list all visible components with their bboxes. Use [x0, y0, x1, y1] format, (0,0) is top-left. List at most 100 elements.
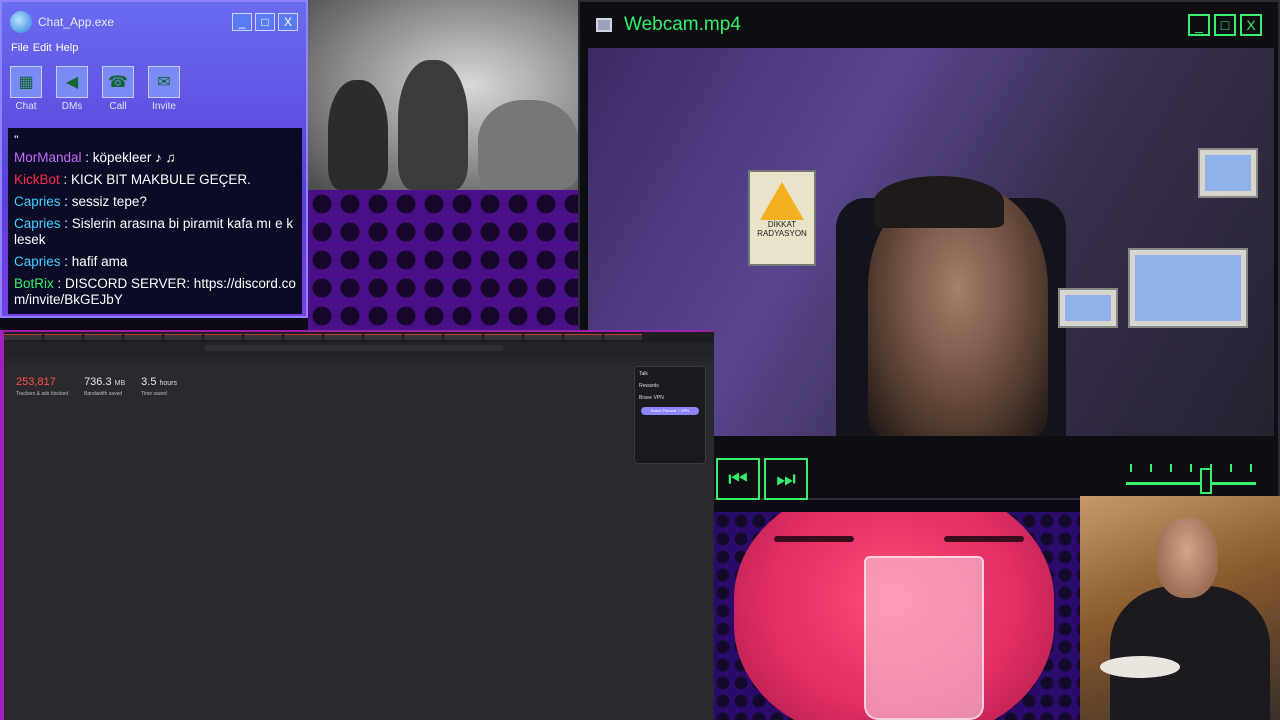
poster-line-1: DİKKAT [767, 220, 797, 229]
browser-tab[interactable] [284, 334, 322, 340]
tool-invite[interactable]: ✉ Invite [146, 66, 182, 114]
browser-tab[interactable] [364, 334, 402, 340]
call-icon: ☎ [102, 66, 134, 98]
browser-window: 253,817 Trackers & ads blocked 736.3 MB … [0, 330, 714, 720]
invite-icon: ✉ [148, 66, 180, 98]
browser-tab[interactable] [404, 334, 442, 340]
eating-man-photo [1080, 496, 1280, 720]
browser-tab[interactable] [124, 334, 162, 340]
new-tab-stats: 253,817 Trackers & ads blocked 736.3 MB … [16, 376, 177, 397]
tab-strip [0, 332, 714, 342]
stat-label: Bandwidth saved [84, 391, 123, 397]
stat-label: Time saved [141, 391, 167, 397]
tool-call-label: Call [109, 101, 127, 112]
retro-tv [1198, 148, 1258, 198]
chat-icon: ▦ [10, 66, 42, 98]
volume-slider[interactable] [1126, 460, 1256, 496]
stream-layout: Chat_App.exe _ □ X File Edit Help ▦ Chat… [0, 0, 1280, 720]
chat-text: KICK BIT MAKBULE GEÇER. [71, 172, 251, 187]
chat-toolbar: ▦ Chat ◀ DMs ☎ Call ✉ Invite [2, 60, 306, 120]
tool-call[interactable]: ☎ Call [100, 66, 136, 114]
retro-tv [1128, 248, 1248, 328]
next-icon: ⏭ [776, 466, 796, 491]
browser-tab[interactable] [444, 334, 482, 340]
webcam-minimize-button[interactable]: _ [1188, 14, 1210, 36]
photo-head [1156, 518, 1218, 598]
talk-row[interactable]: Talk [639, 371, 701, 377]
chat-log[interactable]: '' MorMandal : köpekleer ♪ ♫ KickBot : K… [8, 128, 302, 314]
chat-app-icon [10, 11, 32, 33]
browser-tab[interactable] [604, 334, 642, 340]
chat-username: Capries [14, 194, 61, 209]
minimize-button[interactable]: _ [232, 13, 252, 31]
chat-text: hafif ama [71, 254, 128, 269]
maximize-button[interactable]: □ [255, 13, 275, 31]
chat-username: BotRix [14, 276, 54, 291]
tool-chat-label: Chat [15, 101, 37, 112]
url-input[interactable] [204, 345, 504, 351]
photo-plate [1100, 656, 1180, 678]
chat-message: Capries : sessiz tepe? [14, 194, 147, 209]
chat-menubar: File Edit Help [2, 42, 306, 60]
volume-knob[interactable] [1200, 468, 1212, 494]
browser-tab[interactable] [524, 334, 562, 340]
browser-tab[interactable] [4, 334, 42, 340]
chat-message: KickBot : KICK BIT MAKBULE GEÇER. [14, 172, 251, 187]
chat-message: BotRix : DISCORD SERVER: https://discord… [14, 276, 296, 307]
rewards-row[interactable]: Rewards [639, 383, 701, 389]
browser-tab[interactable] [164, 334, 202, 340]
close-button[interactable]: X [278, 13, 298, 31]
volume-tick [1190, 464, 1192, 472]
tool-dms-label: DMs [61, 101, 83, 112]
previous-icon: ⏮ [728, 466, 748, 491]
chat-quote-mark: '' [14, 133, 19, 147]
chat-text: köpekleer ♪ ♫ [92, 150, 176, 165]
chat-message: Capries : hafif ama [14, 254, 128, 269]
chat-username: KickBot [14, 172, 60, 187]
next-button[interactable]: ⏭ [764, 458, 808, 500]
purple-pattern-decoration [308, 190, 578, 330]
black-white-photo [308, 0, 578, 190]
browser-tab[interactable] [204, 334, 242, 340]
stat-value: 3.5 hours [141, 376, 177, 388]
stat-unit: MB [114, 380, 126, 387]
chat-titlebar[interactable]: Chat_App.exe _ □ X [2, 2, 306, 42]
previous-button[interactable]: ⏮ [716, 458, 760, 500]
browser-tab[interactable] [84, 334, 122, 340]
webcam-close-button[interactable]: X [1240, 14, 1262, 36]
webcam-titlebar[interactable]: Webcam.mp4 _ □ X [580, 2, 1278, 48]
photo-figure [328, 80, 388, 190]
chat-window-title: Chat_App.exe [38, 15, 115, 29]
stat-bandwidth: 736.3 MB Bandwidth saved [84, 376, 125, 397]
tool-chat[interactable]: ▦ Chat [8, 66, 44, 114]
browser-tab[interactable] [484, 334, 522, 340]
chat-window: Chat_App.exe _ □ X File Edit Help ▦ Chat… [0, 0, 308, 318]
streamer-cap [874, 176, 1004, 228]
chat-username: Capries [14, 254, 61, 269]
tool-dms[interactable]: ◀ DMs [54, 66, 90, 114]
radiation-icon [760, 182, 804, 220]
webcam-window-title: Webcam.mp4 [624, 14, 741, 35]
stat-number: 736.3 [84, 376, 112, 388]
vpn-cta-button[interactable]: Brave Firewall + VPN [641, 407, 699, 415]
browser-tab[interactable] [324, 334, 362, 340]
photo-crowd [478, 100, 578, 190]
rewards-panel: Talk Rewards Brave VPN Brave Firewall + … [634, 366, 706, 464]
browser-tab[interactable] [564, 334, 602, 340]
stat-label: Trackers & ads blocked [16, 391, 69, 397]
photo-figure [398, 60, 468, 190]
menu-help[interactable]: Help [56, 42, 79, 60]
photo-eyebrow [944, 536, 1024, 542]
menu-edit[interactable]: Edit [33, 42, 52, 60]
monitor-icon [596, 18, 612, 32]
webcam-maximize-button[interactable]: □ [1214, 14, 1236, 36]
retro-tv [1058, 288, 1118, 328]
browser-tab[interactable] [44, 334, 82, 340]
menu-file[interactable]: File [11, 42, 29, 60]
browser-tab[interactable] [244, 334, 282, 340]
vpn-row[interactable]: Brave VPN [639, 395, 701, 401]
stat-number: 3.5 [141, 376, 157, 388]
volume-tick [1170, 464, 1172, 472]
radiation-poster: DİKKAT RADYASYON [748, 170, 816, 266]
volume-track [1126, 482, 1256, 485]
